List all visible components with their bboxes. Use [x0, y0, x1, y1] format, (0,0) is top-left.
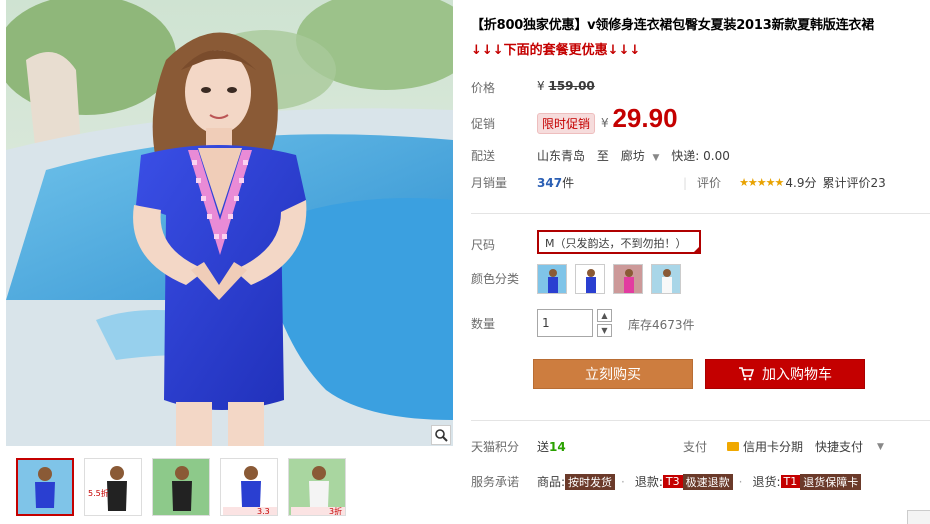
thumbnail-1[interactable]: [16, 458, 74, 516]
magnifier-icon[interactable]: [431, 425, 451, 445]
cart-icon: [739, 367, 754, 381]
tmall-points: 送14: [537, 438, 566, 455]
points-prefix: 送: [537, 440, 550, 454]
quantity-input[interactable]: 1: [537, 309, 593, 337]
thumbnail-2[interactable]: 5.5折: [84, 458, 142, 516]
monthly-sales-label: 月销量: [471, 176, 508, 190]
color-swatch-3[interactable]: [613, 264, 643, 294]
credit-card-icon: [727, 442, 740, 451]
sales-count: 347: [537, 176, 563, 190]
service-label: 服务承诺: [471, 475, 520, 489]
express-fee: 快递: 0.00: [671, 149, 730, 163]
on-time-ship-badge[interactable]: 按时发货: [565, 473, 616, 490]
product-title: 【折800独家优惠】v领修身连衣裙包臀女夏装2013新款夏韩版连衣裙: [471, 18, 874, 33]
points-label: 天猫积分: [471, 440, 520, 454]
total-reviews-link[interactable]: 累计评价23: [822, 174, 885, 191]
size-option-selected[interactable]: M（只发韵达，不到勿拍！）: [537, 230, 701, 254]
rating-score: 4.9分: [785, 176, 817, 190]
quantity-increase-button[interactable]: ▲: [597, 309, 612, 322]
color-swatch-2[interactable]: [575, 264, 605, 294]
buy-now-button[interactable]: 立刻购买: [533, 359, 693, 389]
chevron-down-icon[interactable]: ▼: [877, 442, 884, 452]
color-label: 颜色分类: [471, 272, 520, 286]
points-value: 14: [549, 440, 566, 454]
price-label: 价格: [471, 81, 496, 95]
chevron-down-icon[interactable]: ▼: [653, 153, 660, 163]
fast-refund-badge[interactable]: 极速退款: [682, 473, 733, 490]
color-swatch-4[interactable]: [651, 264, 681, 294]
thumbnail-discount-tag: 5.5折: [88, 489, 109, 498]
rating-summary: | 评价 ★★★★★ 4.9分 累计评价23: [683, 174, 886, 191]
thumbnail-5[interactable]: 3折: [288, 458, 346, 516]
ship-to-word: 至: [596, 149, 609, 163]
thumbnail-4[interactable]: 3.3折: [220, 458, 278, 516]
promo-label: 促销: [471, 117, 496, 131]
selected-check-icon: [693, 246, 700, 253]
quantity-label: 数量: [471, 317, 496, 331]
currency-symbol: ¥: [601, 116, 609, 130]
thumbnail-strip: 5.5折 3.3折 3折: [16, 458, 346, 516]
divider: [471, 213, 930, 214]
shipping-info: 山东青岛 至 廊坊 ▼ 快递: 0.00: [537, 147, 730, 164]
thumbnail-3[interactable]: [152, 458, 210, 516]
quick-pay-link[interactable]: 快捷支付: [815, 438, 863, 455]
product-info-panel: 【折800独家优惠】v领修身连衣裙包臀女夏装2013新款夏韩版连衣裙 ↓↓↓下面…: [471, 0, 930, 523]
size-option-text: M（只发韵达，不到勿拍！）: [545, 237, 687, 250]
promo-price-value: 29.90: [612, 103, 678, 133]
thumbnail-discount-tag: 3.3折: [257, 507, 270, 516]
size-label: 尺码: [471, 238, 496, 252]
service-goods-prefix: 商品:: [537, 475, 566, 489]
add-to-cart-label: 加入购物车: [762, 367, 832, 383]
star-rating-icon: ★★★★★: [739, 176, 784, 189]
main-product-image[interactable]: [6, 0, 453, 446]
add-to-cart-button[interactable]: 加入购物车: [705, 359, 865, 389]
color-swatches: [537, 264, 681, 294]
ship-from: 山东青岛: [537, 149, 586, 163]
monthly-sales: 347件: [537, 174, 574, 191]
original-price: ¥ 159.00: [537, 79, 595, 93]
shipping-label: 配送: [471, 149, 496, 163]
payment-label: 支付: [683, 440, 708, 454]
review-label: 评价: [697, 176, 722, 190]
currency-symbol: ¥: [537, 79, 545, 93]
t3-badge: T3: [662, 475, 683, 488]
payment-options: 支付 信用卡分期 快捷支付 ▼: [683, 438, 884, 455]
ship-destination-select[interactable]: 廊坊: [621, 149, 645, 163]
thumbnail-discount-tag: 3折: [329, 507, 343, 516]
credit-installment-link[interactable]: 信用卡分期: [743, 438, 803, 455]
service-refund-prefix: 退款:: [634, 475, 663, 489]
return-guarantee-badge[interactable]: 退货保障卡: [800, 473, 862, 490]
promo-price: ¥ 29.90: [601, 103, 678, 134]
quantity-decrease-button[interactable]: ▼: [597, 324, 612, 337]
sales-unit: 件: [562, 176, 575, 190]
promo-badge: 限时促销: [537, 113, 596, 134]
t1-badge: T1: [780, 475, 801, 488]
original-price-value: 159.00: [548, 79, 595, 93]
corner-scroll-widget[interactable]: [907, 510, 930, 524]
service-return-prefix: 退货:: [752, 475, 781, 489]
stock-count: 库存4673件: [628, 318, 695, 332]
product-subtitle: ↓↓↓下面的套餐更优惠↓↓↓: [471, 43, 641, 58]
divider: [471, 420, 930, 421]
service-promises: 商品: 按时发货 · 退款: T3 极速退款 · 退货: T1 退货保障卡: [537, 473, 862, 490]
color-swatch-1[interactable]: [537, 264, 567, 294]
